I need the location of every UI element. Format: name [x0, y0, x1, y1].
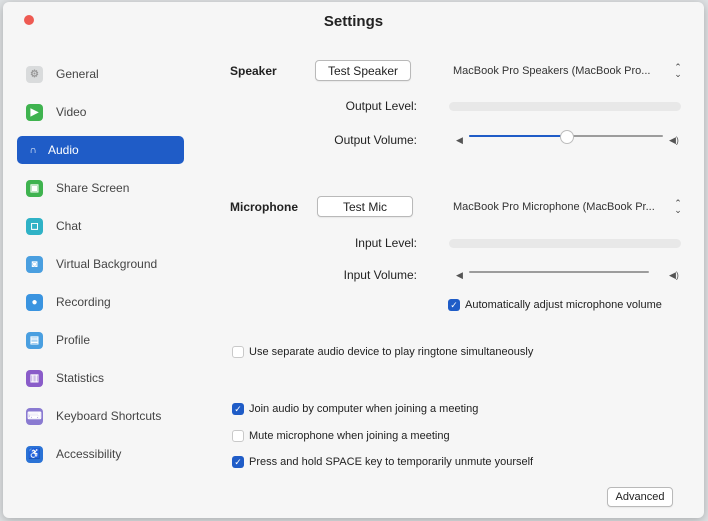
microphone-device-select[interactable]: MacBook Pro Microphone (MacBook Pr... ⌃ ⌄ [449, 196, 685, 218]
share-screen-icon: ▣ [26, 179, 43, 197]
press-space-checkbox[interactable]: ✓ Press and hold SPACE key to temporaril… [232, 456, 533, 468]
sidebar-item-share-screen[interactable]: ▣ Share Screen [17, 174, 184, 202]
settings-sidebar: ⚙ General ▶ Video ∩ Audio ▣ Share Screen ◻ Chat ◙ V… [3, 52, 193, 512]
sidebar-item-chat[interactable]: ◻ Chat [17, 212, 184, 240]
person-background-icon: ◙ [26, 255, 43, 273]
speaker-high-icon: ◀) [669, 135, 679, 145]
mic-volume-low-icon: ◀ [456, 270, 463, 280]
title-bar: Settings [3, 2, 704, 42]
sidebar-item-label: Statistics [56, 371, 105, 385]
output-level-meter [449, 102, 681, 111]
gear-icon: ⚙ [26, 65, 43, 83]
settings-window: Settings ⚙ General ▶ Video ∩ Audio ▣ Share Scre… [3, 2, 704, 518]
sidebar-item-audio[interactable]: ∩ Audio [17, 136, 184, 164]
audio-settings-panel: Speaker Test Speaker MacBook Pro Speaker… [193, 42, 704, 518]
sidebar-item-label: Chat [56, 219, 82, 233]
output-volume-label: Output Volume: [334, 133, 417, 147]
separate-ringtone-checkbox[interactable]: Use separate audio device to play ringto… [232, 346, 533, 358]
test-mic-button[interactable]: Test Mic [317, 196, 413, 217]
press-space-label: Press and hold SPACE key to temporarily … [249, 456, 534, 468]
sidebar-item-label: Video [56, 105, 87, 119]
speaker-low-icon: ◀ [456, 135, 463, 145]
mic-volume-high-icon: ◀) [669, 270, 679, 280]
sidebar-item-video[interactable]: ▶ Video [17, 98, 184, 126]
sidebar-item-statistics[interactable]: ▥ Statistics [17, 364, 184, 392]
join-audio-label: Join audio by computer when joining a me… [249, 403, 479, 415]
mute-mic-checkbox[interactable]: Mute microphone when joining a meeting [232, 430, 450, 442]
speaker-device-value: MacBook Pro Speakers (MacBook Pro... [453, 65, 651, 77]
checkbox-box[interactable]: ✓ [448, 299, 460, 311]
checkbox-box[interactable] [232, 346, 244, 358]
checkbox-box[interactable] [232, 430, 244, 442]
window-title: Settings [323, 13, 384, 30]
sidebar-item-general[interactable]: ⚙ General [17, 60, 184, 88]
sidebar-item-accessibility[interactable]: ♿ Accessibility [17, 440, 184, 468]
speaker-device-select[interactable]: MacBook Pro Speakers (MacBook Pro... ⌃ ⌄ [449, 60, 685, 82]
input-level-label: Input Level: [354, 236, 417, 250]
output-level-label: Output Level: [345, 99, 417, 113]
auto-adjust-mic-checkbox[interactable]: ✓ Automatically adjust microphone volume [448, 299, 662, 311]
auto-adjust-mic-label: Automatically adjust microphone volume [465, 299, 662, 311]
sidebar-item-label: General [56, 67, 99, 81]
test-speaker-button[interactable]: Test Speaker [315, 60, 411, 81]
checkbox-box[interactable]: ✓ [232, 403, 244, 415]
microphone-device-value: MacBook Pro Microphone (MacBook Pr... [453, 201, 655, 213]
checkbox-box[interactable]: ✓ [232, 456, 244, 468]
sidebar-item-keyboard-shortcuts[interactable]: ⌨ Keyboard Shortcuts [17, 402, 184, 430]
sidebar-item-recording[interactable]: ● Recording [17, 288, 184, 316]
chat-bubble-icon: ◻ [26, 217, 43, 235]
sidebar-item-profile[interactable]: ▤ Profile [17, 326, 184, 354]
sidebar-item-label: Audio [48, 143, 79, 157]
mute-mic-label: Mute microphone when joining a meeting [249, 430, 450, 442]
headphones-icon: ∩ [29, 144, 37, 156]
record-icon: ● [26, 293, 43, 311]
chevron-updown-icon: ⌃ ⌄ [674, 62, 682, 79]
video-camera-icon: ▶ [26, 103, 43, 121]
sidebar-item-label: Keyboard Shortcuts [56, 409, 162, 423]
statistics-icon: ▥ [26, 369, 43, 387]
separate-ringtone-label: Use separate audio device to play ringto… [249, 346, 534, 358]
sidebar-item-virtual-background[interactable]: ◙ Virtual Background [17, 250, 184, 278]
sidebar-item-label: Virtual Background [56, 257, 158, 271]
speaker-label: Speaker [230, 64, 277, 78]
input-level-meter [449, 239, 681, 248]
chevron-updown-icon: ⌃ ⌄ [674, 198, 682, 215]
accessibility-icon: ♿ [26, 445, 43, 463]
sidebar-item-label: Recording [56, 295, 111, 309]
input-volume-label: Input Volume: [343, 268, 417, 282]
keyboard-icon: ⌨ [26, 407, 43, 425]
sidebar-item-label: Accessibility [56, 447, 122, 461]
output-volume-slider[interactable] [469, 128, 663, 144]
input-volume-slider[interactable] [469, 264, 649, 280]
output-volume-thumb[interactable] [560, 130, 574, 144]
join-audio-checkbox[interactable]: ✓ Join audio by computer when joining a … [232, 403, 478, 415]
sidebar-item-label: Profile [56, 333, 91, 347]
sidebar-item-label: Share Screen [56, 181, 130, 195]
profile-icon: ▤ [26, 331, 43, 349]
microphone-label: Microphone [230, 200, 298, 214]
advanced-button[interactable]: Advanced [607, 487, 673, 507]
